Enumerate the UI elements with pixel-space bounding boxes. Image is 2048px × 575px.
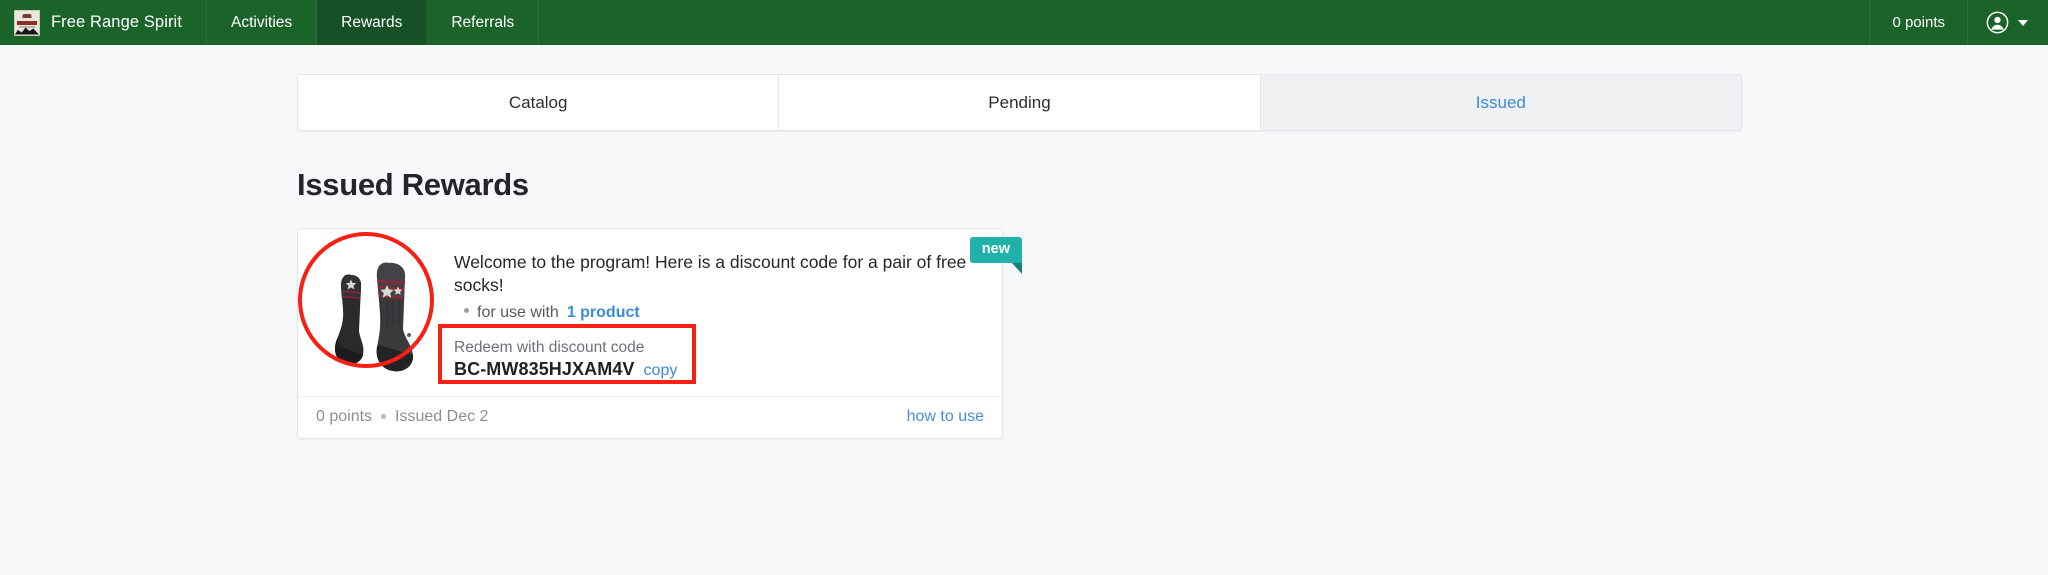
navbar-spacer — [539, 0, 1871, 45]
nav-item-activities[interactable]: Activities — [207, 0, 318, 45]
reward-points-cost: 0 points — [316, 407, 373, 425]
nav-item-referrals-label: Referrals — [451, 13, 515, 31]
top-navbar: Free Range Spirit Activities Rewards Ref… — [0, 0, 2048, 45]
reward-card-footer: 0 points Issued Dec 2 how to use — [298, 395, 1002, 438]
tab-catalog-label: Catalog — [508, 92, 568, 112]
discount-code-row: BC-MW835HJXAM4V copy — [454, 359, 984, 380]
reward-card[interactable]: new Welcome to the program! Here is a di… — [297, 228, 1023, 439]
reward-description: Welcome to the program! Here is a discou… — [454, 252, 967, 296]
discount-code-block: Redeem with discount code BC-MW835HJXAM4… — [454, 338, 984, 380]
account-menu-button[interactable] — [1968, 0, 2048, 45]
brand-name: Free Range Spirit — [51, 13, 183, 31]
issued-rewards-list: new Welcome to the program! Here is a di… — [297, 228, 1357, 439]
tab-issued-label: Issued — [1475, 92, 1526, 112]
user-avatar-icon — [1986, 11, 2009, 34]
discount-code-value: BC-MW835HJXAM4V — [454, 358, 635, 379]
navbar-right-group: 0 points — [1870, 0, 2048, 45]
rewards-tab-bar: Catalog Pending Issued — [297, 74, 1742, 131]
chevron-down-icon — [2018, 19, 2028, 26]
page-title: Issued Rewards — [297, 167, 529, 202]
primary-nav: Activities Rewards Referrals — [207, 0, 540, 45]
page-content: Catalog Pending Issued Issued Rewards ne… — [0, 74, 2048, 439]
reward-usage-note: for use with 1 product — [454, 304, 984, 322]
crest-logo-icon — [14, 9, 40, 36]
tab-pending[interactable]: Pending — [779, 75, 1261, 130]
reward-usage-prefix: for use with — [477, 303, 559, 321]
nav-item-activities-label: Activities — [231, 13, 293, 31]
brand-home-link[interactable]: Free Range Spirit — [0, 0, 208, 45]
nav-item-referrals[interactable]: Referrals — [427, 0, 540, 45]
reward-product-link[interactable]: 1 product — [567, 304, 640, 322]
bullet-dot-icon — [464, 307, 469, 313]
reward-card-body: Welcome to the program! Here is a discou… — [298, 229, 1002, 396]
new-badge: new — [969, 237, 1023, 273]
separator-dot-icon — [381, 414, 387, 420]
points-balance: 0 points — [1870, 0, 1968, 45]
reward-issued-date: Issued Dec 2 — [395, 407, 489, 425]
copy-code-link[interactable]: copy — [644, 362, 678, 380]
nav-item-rewards[interactable]: Rewards — [317, 0, 428, 45]
reward-footer-meta: 0 points Issued Dec 2 — [316, 408, 488, 426]
nav-item-rewards-label: Rewards — [341, 13, 403, 31]
tab-pending-label: Pending — [988, 92, 1051, 112]
reward-thumbnail — [312, 243, 448, 380]
tab-issued[interactable]: Issued — [1260, 75, 1741, 130]
tab-catalog[interactable]: Catalog — [298, 75, 780, 130]
wool-socks-image — [335, 262, 414, 372]
redeem-instruction-label: Redeem with discount code — [454, 338, 645, 356]
how-to-use-link[interactable]: how to use — [907, 408, 984, 426]
reward-details: Welcome to the program! Here is a discou… — [448, 243, 984, 380]
points-balance-label: 0 points — [1892, 14, 1945, 31]
